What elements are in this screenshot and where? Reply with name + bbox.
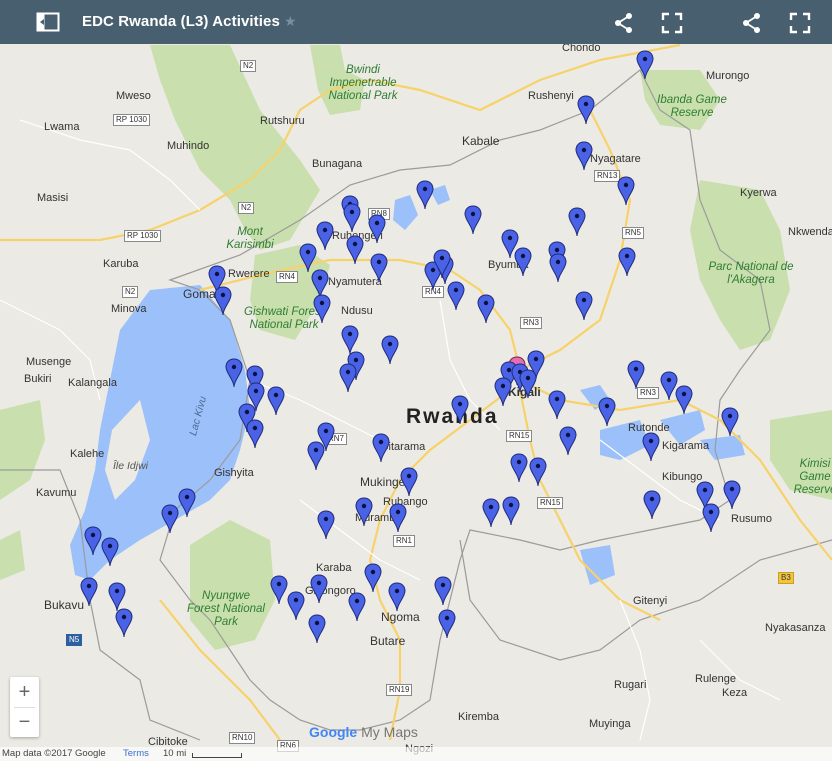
location-marker[interactable] bbox=[723, 480, 741, 510]
location-marker[interactable] bbox=[416, 180, 434, 210]
location-marker[interactable] bbox=[355, 497, 373, 527]
share-icon[interactable] bbox=[741, 12, 763, 34]
road-shield: RN15 bbox=[506, 430, 533, 442]
location-marker[interactable] bbox=[310, 574, 328, 604]
location-marker[interactable] bbox=[643, 490, 661, 520]
location-marker[interactable] bbox=[675, 385, 693, 415]
location-marker[interactable] bbox=[343, 203, 361, 233]
road-shield: RN4 bbox=[276, 271, 299, 283]
location-marker[interactable] bbox=[451, 395, 469, 425]
location-marker[interactable] bbox=[482, 498, 500, 528]
road-shield: RP 1030 bbox=[113, 114, 150, 126]
location-marker[interactable] bbox=[721, 407, 739, 437]
location-marker[interactable] bbox=[372, 433, 390, 463]
location-marker[interactable] bbox=[575, 141, 593, 171]
location-marker[interactable] bbox=[346, 235, 364, 265]
location-marker[interactable] bbox=[510, 453, 528, 483]
location-marker[interactable] bbox=[400, 467, 418, 497]
location-marker[interactable] bbox=[161, 504, 179, 534]
location-marker[interactable] bbox=[433, 249, 451, 279]
location-marker[interactable] bbox=[502, 496, 520, 526]
my-maps-text: My Maps bbox=[361, 724, 418, 740]
location-marker[interactable] bbox=[364, 563, 382, 593]
location-marker[interactable] bbox=[627, 360, 645, 390]
location-marker[interactable] bbox=[438, 609, 456, 639]
location-marker[interactable] bbox=[370, 253, 388, 283]
location-marker[interactable] bbox=[549, 253, 567, 283]
location-marker[interactable] bbox=[368, 214, 386, 244]
location-marker[interactable] bbox=[494, 377, 512, 407]
location-marker[interactable] bbox=[178, 488, 196, 518]
road-shield: N5 bbox=[66, 634, 83, 646]
location-marker[interactable] bbox=[80, 577, 98, 607]
location-marker[interactable] bbox=[477, 294, 495, 324]
map-title: EDC Rwanda (L3) Activities bbox=[82, 13, 280, 30]
fullscreen-icon[interactable] bbox=[661, 12, 683, 34]
location-marker[interactable] bbox=[317, 422, 335, 452]
zoom-in-button[interactable]: + bbox=[10, 677, 39, 707]
location-marker[interactable] bbox=[348, 592, 366, 622]
location-marker[interactable] bbox=[313, 294, 331, 324]
road-shield: RN10 bbox=[229, 732, 256, 744]
location-marker[interactable] bbox=[575, 291, 593, 321]
road-shield: RN3 bbox=[520, 317, 543, 329]
scale-label: 10 mi bbox=[163, 748, 187, 759]
location-marker[interactable] bbox=[101, 537, 119, 567]
location-marker[interactable] bbox=[642, 432, 660, 462]
location-marker[interactable] bbox=[308, 614, 326, 644]
location-marker[interactable] bbox=[317, 510, 335, 540]
location-marker[interactable] bbox=[577, 95, 595, 125]
google-my-maps-logo: Google My Maps bbox=[309, 724, 418, 740]
divider bbox=[14, 707, 35, 708]
google-logo: Google bbox=[309, 724, 358, 740]
road-shield: N2 bbox=[240, 60, 257, 72]
road-shield: RN1 bbox=[393, 535, 416, 547]
fullscreen-icon[interactable] bbox=[789, 12, 811, 34]
road-shield: B3 bbox=[778, 572, 794, 584]
location-marker[interactable] bbox=[84, 526, 102, 556]
location-marker[interactable] bbox=[246, 419, 264, 449]
location-marker[interactable] bbox=[519, 369, 537, 399]
location-marker[interactable] bbox=[389, 503, 407, 533]
location-marker[interactable] bbox=[559, 426, 577, 456]
location-marker[interactable] bbox=[434, 576, 452, 606]
road-shield: RN15 bbox=[537, 497, 564, 509]
location-marker[interactable] bbox=[464, 205, 482, 235]
attribution-bar: Map data ©2017 Google Terms 10 mi bbox=[0, 747, 832, 761]
location-marker[interactable] bbox=[618, 247, 636, 277]
location-marker[interactable] bbox=[316, 221, 334, 251]
location-marker[interactable] bbox=[381, 335, 399, 365]
location-marker[interactable] bbox=[598, 397, 616, 427]
road-shield: RN19 bbox=[386, 684, 413, 696]
road-shield: RP 1030 bbox=[124, 230, 161, 242]
location-marker[interactable] bbox=[617, 176, 635, 206]
location-marker[interactable] bbox=[636, 50, 654, 80]
location-marker[interactable] bbox=[267, 386, 285, 416]
zoom-controls: + − bbox=[10, 677, 39, 737]
sidebar-toggle-icon[interactable] bbox=[36, 12, 60, 32]
location-marker[interactable] bbox=[287, 591, 305, 621]
location-marker[interactable] bbox=[501, 229, 519, 259]
location-marker[interactable] bbox=[529, 457, 547, 487]
zoom-out-button[interactable]: − bbox=[10, 707, 39, 737]
share-icon[interactable] bbox=[613, 12, 635, 34]
location-marker[interactable] bbox=[225, 358, 243, 388]
location-marker[interactable] bbox=[270, 575, 288, 605]
header-bar: EDC Rwanda (L3) Activities ★ bbox=[0, 0, 832, 44]
terms-link[interactable]: Terms bbox=[123, 748, 149, 759]
location-marker[interactable] bbox=[568, 207, 586, 237]
road-shield: RN5 bbox=[622, 227, 645, 239]
location-marker[interactable] bbox=[388, 582, 406, 612]
location-marker[interactable] bbox=[447, 281, 465, 311]
road-shield: N2 bbox=[122, 286, 139, 298]
location-marker[interactable] bbox=[702, 503, 720, 533]
location-marker[interactable] bbox=[115, 608, 133, 638]
scale-bar bbox=[192, 753, 242, 758]
map-data-text: Map data ©2017 Google bbox=[2, 748, 106, 759]
location-marker[interactable] bbox=[548, 390, 566, 420]
road-shield: N2 bbox=[238, 202, 255, 214]
location-marker[interactable] bbox=[214, 286, 232, 316]
star-icon[interactable]: ★ bbox=[284, 13, 297, 30]
location-marker[interactable] bbox=[339, 363, 357, 393]
